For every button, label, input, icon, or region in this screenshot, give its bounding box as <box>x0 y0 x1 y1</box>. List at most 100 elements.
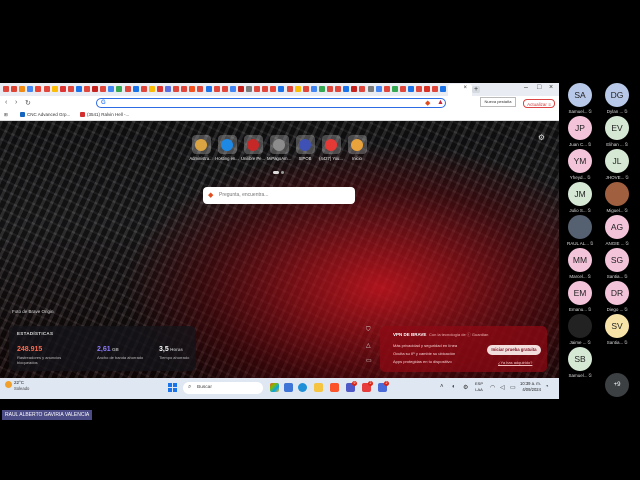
browser-tab[interactable] <box>359 86 366 92</box>
edge-icon[interactable] <box>298 383 307 392</box>
browser-tab[interactable] <box>173 86 180 92</box>
browser-tab[interactable] <box>367 86 374 92</box>
wifi-icon[interactable]: ◠ <box>490 384 495 391</box>
browser-tab[interactable] <box>51 86 58 92</box>
browser-tab[interactable] <box>75 86 82 92</box>
browser-tab[interactable] <box>148 86 155 92</box>
weather-widget[interactable]: 22°C Soleado <box>5 380 29 391</box>
browser-tab[interactable] <box>43 86 50 92</box>
browser-tab[interactable] <box>286 86 293 92</box>
task-view-icon[interactable] <box>284 383 293 392</box>
browser-tab[interactable] <box>302 86 309 92</box>
brave-taskbar-icon[interactable] <box>330 383 339 392</box>
browser-tab[interactable] <box>100 86 107 92</box>
window-close-icon[interactable]: × <box>549 84 553 91</box>
browser-tab[interactable] <box>67 86 74 92</box>
bookmark-item[interactable]: CNC Advanced Grp... <box>20 111 70 119</box>
tray-app-icon[interactable]: ⚙ <box>463 384 468 391</box>
browser-tab[interactable] <box>3 86 9 92</box>
browser-tab[interactable] <box>351 86 358 92</box>
brave-shield-icon[interactable]: ◆ <box>425 99 430 107</box>
top-site-tile[interactable]: (4427) You... <box>318 135 344 161</box>
maximize-icon[interactable]: □ <box>537 84 541 91</box>
browser-tab[interactable] <box>327 86 333 92</box>
browser-tab[interactable] <box>237 86 244 92</box>
tray-app-icon[interactable]: ◐ <box>452 384 456 390</box>
browser-tab[interactable] <box>165 86 171 92</box>
browser-tab[interactable] <box>19 86 26 92</box>
browser-tab[interactable] <box>432 86 439 92</box>
participant-tile[interactable]: SB Samuel... ⍉ <box>560 344 600 384</box>
browser-tab[interactable] <box>335 86 342 92</box>
browser-tab[interactable] <box>197 86 204 92</box>
browser-tab[interactable] <box>310 86 317 92</box>
browser-tab[interactable] <box>229 86 236 92</box>
start-button[interactable] <box>168 383 177 392</box>
back-icon[interactable]: ‹ <box>5 99 7 106</box>
top-site-tile[interactable]: MiPagoAm... <box>266 135 292 161</box>
brave-rewards-icon[interactable]: ▲ <box>437 99 444 106</box>
browser-tab[interactable] <box>189 86 196 92</box>
browser-tab[interactable] <box>132 86 139 92</box>
close-tab-icon[interactable]: × <box>463 85 467 91</box>
settings-gear-icon[interactable]: ⚙ <box>538 133 545 142</box>
browser-tab[interactable] <box>84 86 90 92</box>
browser-tab[interactable] <box>205 86 212 92</box>
top-site-tile[interactable]: Hosting en... <box>214 135 240 161</box>
browser-tab[interactable] <box>92 86 99 92</box>
warning-icon[interactable]: △ <box>366 342 371 349</box>
copilot-icon[interactable] <box>270 383 279 392</box>
address-bar[interactable]: G <box>96 98 446 108</box>
browser-tab[interactable] <box>246 86 252 92</box>
more-participants-button[interactable]: +9 <box>605 373 629 397</box>
page-indicator-active[interactable] <box>273 171 279 174</box>
file-explorer-icon[interactable] <box>314 383 323 392</box>
top-site-tile[interactable]: Unilibre Pe... <box>240 135 266 161</box>
language-indicator[interactable]: ESP LAA <box>475 381 483 393</box>
clock[interactable]: 10:39 a. m. 4/09/2024 <box>520 381 541 393</box>
top-site-tile[interactable]: Inicio <box>344 135 370 161</box>
browser-tab[interactable] <box>343 86 350 92</box>
browser-tab[interactable] <box>11 86 18 92</box>
browser-tab[interactable] <box>399 86 406 92</box>
browser-tab[interactable] <box>294 86 301 92</box>
browser-tab[interactable] <box>424 86 431 92</box>
battery-icon[interactable]: ▭ <box>510 384 516 391</box>
browser-tab[interactable] <box>262 86 269 92</box>
browser-tab[interactable] <box>213 86 220 92</box>
minimize-icon[interactable]: – <box>524 84 528 91</box>
reload-icon[interactable]: ↻ <box>25 99 31 107</box>
taskbar-search[interactable]: ⌕ Buscar <box>183 382 263 394</box>
card-icon[interactable]: ▭ <box>366 357 372 364</box>
bookmark-item[interactable]: (3541) Ralvin Hell -... <box>80 111 129 119</box>
notification-bell-icon[interactable]: ◔ <box>545 384 549 390</box>
browser-tab[interactable] <box>124 86 131 92</box>
browser-tab[interactable] <box>375 86 382 92</box>
vpn-trial-button[interactable]: Iniciar prueba gratuita <box>487 345 541 355</box>
chevron-up-icon[interactable]: ˄ <box>440 384 444 390</box>
new-tab-button[interactable]: + <box>472 86 480 93</box>
browser-tab[interactable] <box>270 86 277 92</box>
update-button[interactable]: Actualizar ≡ <box>523 99 555 108</box>
browser-tab[interactable] <box>108 86 115 92</box>
browser-tab[interactable] <box>140 86 147 92</box>
browser-tab[interactable] <box>383 86 390 92</box>
browser-tab[interactable] <box>35 86 42 92</box>
browser-tab[interactable] <box>440 86 447 92</box>
browser-tab[interactable] <box>181 86 188 92</box>
browser-tab[interactable] <box>416 86 423 92</box>
vpn-shield-icon[interactable]: ⛉ <box>366 327 371 334</box>
browser-tab[interactable] <box>221 86 228 92</box>
top-site-tile[interactable]: SIPOB <box>292 135 318 161</box>
top-site-tile[interactable]: Administra... <box>188 135 214 161</box>
ntp-search-box[interactable]: ◆ <box>203 187 355 204</box>
browser-tab[interactable] <box>254 86 261 92</box>
vpn-purchased-link[interactable]: ¿Ya has adquirido? <box>498 360 532 365</box>
search-input[interactable] <box>219 190 349 200</box>
photo-credit[interactable]: Foto de Brave Origin <box>12 309 54 314</box>
browser-tab[interactable] <box>116 86 123 92</box>
browser-tab[interactable] <box>278 86 285 92</box>
browser-tab[interactable] <box>408 86 414 92</box>
browser-tab[interactable] <box>59 86 66 92</box>
browser-tab[interactable] <box>27 86 34 92</box>
